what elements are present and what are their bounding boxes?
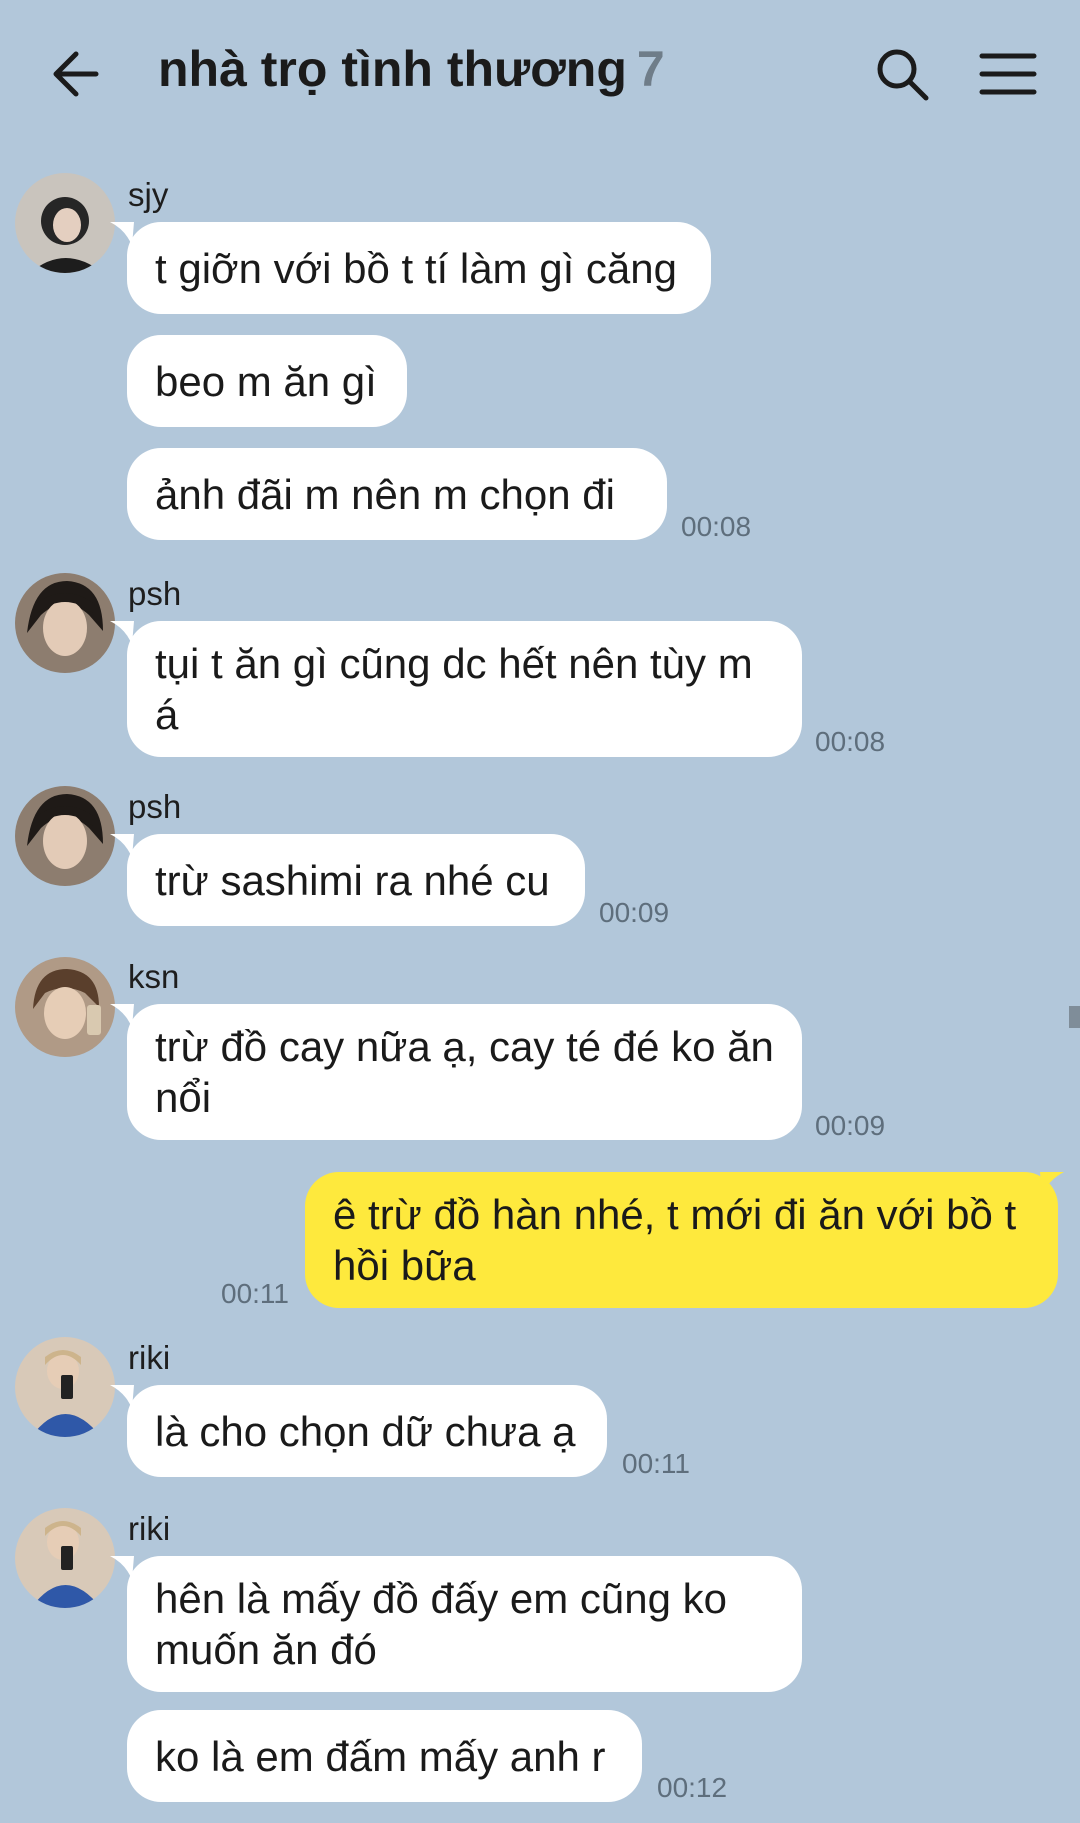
- avatar-ksn[interactable]: [15, 957, 115, 1057]
- message-text: tụi t ăn gì cũng dc hết nên tùy m á: [155, 640, 753, 738]
- sender-name: psh: [128, 788, 182, 825]
- arrow-left-icon: [53, 51, 99, 97]
- sender-name: psh: [128, 575, 182, 612]
- avatar-image: [15, 1337, 115, 1437]
- back-button[interactable]: [48, 44, 108, 104]
- message-bubble[interactable]: beo m ăn gì: [127, 335, 407, 427]
- message-bubble[interactable]: ko là em đấm mấy anh r: [127, 1710, 642, 1802]
- message-text: ảnh đãi m nên m chọn đi: [155, 470, 615, 518]
- message-text: hên là mấy đồ đấy em cũng ko muốn ăn đó: [155, 1575, 728, 1673]
- message-bubble[interactable]: là cho chọn dữ chưa ạ: [127, 1385, 607, 1477]
- chat-header: nhà trọ tình thương 7: [0, 0, 1080, 150]
- message-text: trừ sashimi ra nhé cu: [155, 856, 550, 904]
- message-bubble[interactable]: ảnh đãi m nên m chọn đi: [127, 448, 667, 540]
- message-text: ê trừ đồ hàn nhé, t mới đi ăn với bồ t h…: [333, 1191, 1017, 1289]
- avatar-image: [15, 1508, 115, 1608]
- sender-name: sjy: [128, 176, 169, 213]
- member-count: 7: [636, 41, 665, 97]
- menu-button[interactable]: [978, 44, 1038, 104]
- message-bubble[interactable]: t giỡn với bồ t tí làm gì căng: [127, 222, 711, 314]
- message-timestamp: 00:09: [599, 897, 670, 928]
- message-text: ko là em đấm mấy anh r: [155, 1732, 606, 1780]
- avatar-sjy[interactable]: [15, 173, 115, 273]
- avatar-image: [15, 173, 115, 273]
- message-timestamp: 00:09: [815, 1110, 886, 1141]
- message-text: t giỡn với bồ t tí làm gì căng: [155, 244, 677, 292]
- bubble-tail: [1040, 1172, 1064, 1196]
- sender-name: riki: [128, 1339, 171, 1376]
- avatar-image: [15, 957, 115, 1057]
- search-icon: [877, 49, 929, 101]
- my-message-bubble[interactable]: ê trừ đồ hàn nhé, t mới đi ăn với bồ t h…: [305, 1172, 1058, 1308]
- scrollbar-handle[interactable]: [1069, 1006, 1080, 1028]
- message-text: beo m ăn gì: [155, 357, 377, 405]
- message-bubble[interactable]: trừ đồ cay nữa ạ, cay té đé ko ăn nổi: [127, 1004, 802, 1140]
- message-bubble[interactable]: hên là mấy đồ đấy em cũng ko muốn ăn đó: [127, 1556, 802, 1692]
- sender-name: riki: [128, 1510, 171, 1547]
- avatar-riki[interactable]: [15, 1337, 115, 1437]
- avatar-psh[interactable]: [15, 786, 115, 886]
- message-bubble[interactable]: trừ sashimi ra nhé cu: [127, 834, 585, 926]
- message-bubble[interactable]: tụi t ăn gì cũng dc hết nên tùy m á: [127, 621, 802, 757]
- sender-name: ksn: [128, 958, 180, 995]
- chat-room-name: nhà trọ tình thương: [158, 41, 627, 97]
- hamburger-menu-icon: [979, 53, 1037, 95]
- message-timestamp: 00:08: [681, 511, 752, 542]
- message-timestamp: 00:11: [221, 1278, 289, 1309]
- message-timestamp: 00:08: [815, 726, 886, 757]
- avatar-image: [15, 573, 115, 673]
- search-button[interactable]: [872, 44, 932, 104]
- message-timestamp: 00:12: [657, 1772, 728, 1803]
- avatar-image: [15, 786, 115, 886]
- message-text: trừ đồ cay nữa ạ, cay té đé ko ăn nổi: [155, 1023, 774, 1121]
- message-timestamp: 00:11: [622, 1448, 690, 1479]
- avatar-psh[interactable]: [15, 573, 115, 673]
- avatar-riki[interactable]: [15, 1508, 115, 1608]
- message-text: là cho chọn dữ chưa ạ: [155, 1407, 576, 1455]
- chat-title: nhà trọ tình thương 7: [158, 40, 665, 98]
